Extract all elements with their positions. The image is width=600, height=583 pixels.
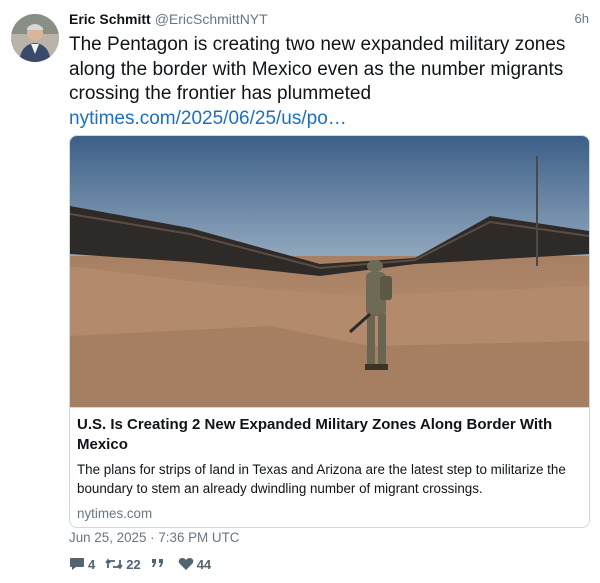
tweet-header: Eric Schmitt @EricSchmittNYT 6h bbox=[69, 10, 589, 28]
retweet-count: 22 bbox=[126, 556, 141, 572]
like-button[interactable]: 44 bbox=[178, 557, 211, 572]
avatar[interactable] bbox=[11, 14, 59, 62]
heart-icon bbox=[178, 558, 194, 570]
card-title[interactable]: U.S. Is Creating 2 New Expanded Military… bbox=[77, 415, 579, 455]
tweet: Eric Schmitt @EricSchmittNYT 6h The Penta… bbox=[0, 0, 600, 583]
quote-button[interactable] bbox=[151, 558, 168, 570]
tweet-actions: 4 22 44 bbox=[69, 555, 221, 573]
author-handle[interactable]: @EricSchmittNYT bbox=[155, 11, 268, 27]
like-count: 44 bbox=[196, 556, 212, 572]
reply-button[interactable]: 4 bbox=[69, 557, 95, 572]
tweet-timestamp[interactable]: Jun 25, 2025 · 7:36 PM UTC bbox=[69, 530, 239, 546]
card-description: The plans for strips of land in Texas an… bbox=[77, 462, 566, 496]
card-domain: nytimes.com bbox=[77, 506, 153, 521]
link-card[interactable]: U.S. Is Creating 2 New Expanded Military… bbox=[69, 135, 590, 528]
author-name[interactable]: Eric Schmitt bbox=[69, 11, 151, 27]
relative-time[interactable]: 6h bbox=[575, 10, 589, 28]
card-meta: U.S. Is Creating 2 New Expanded Military… bbox=[70, 407, 589, 527]
quote-icon bbox=[151, 559, 163, 567]
reply-count: 4 bbox=[88, 556, 96, 572]
avatar-image bbox=[11, 14, 59, 62]
tweet-body: The Pentagon is creating two new expande… bbox=[69, 34, 566, 104]
card-image bbox=[70, 136, 589, 407]
retweet-icon bbox=[105, 558, 123, 570]
retweet-button[interactable]: 22 bbox=[105, 556, 141, 572]
comment-icon bbox=[70, 558, 84, 570]
tweet-text: The Pentagon is creating two new expande… bbox=[69, 33, 585, 131]
tweet-link[interactable]: nytimes.com/2025/06/25/us/po… bbox=[69, 107, 585, 132]
